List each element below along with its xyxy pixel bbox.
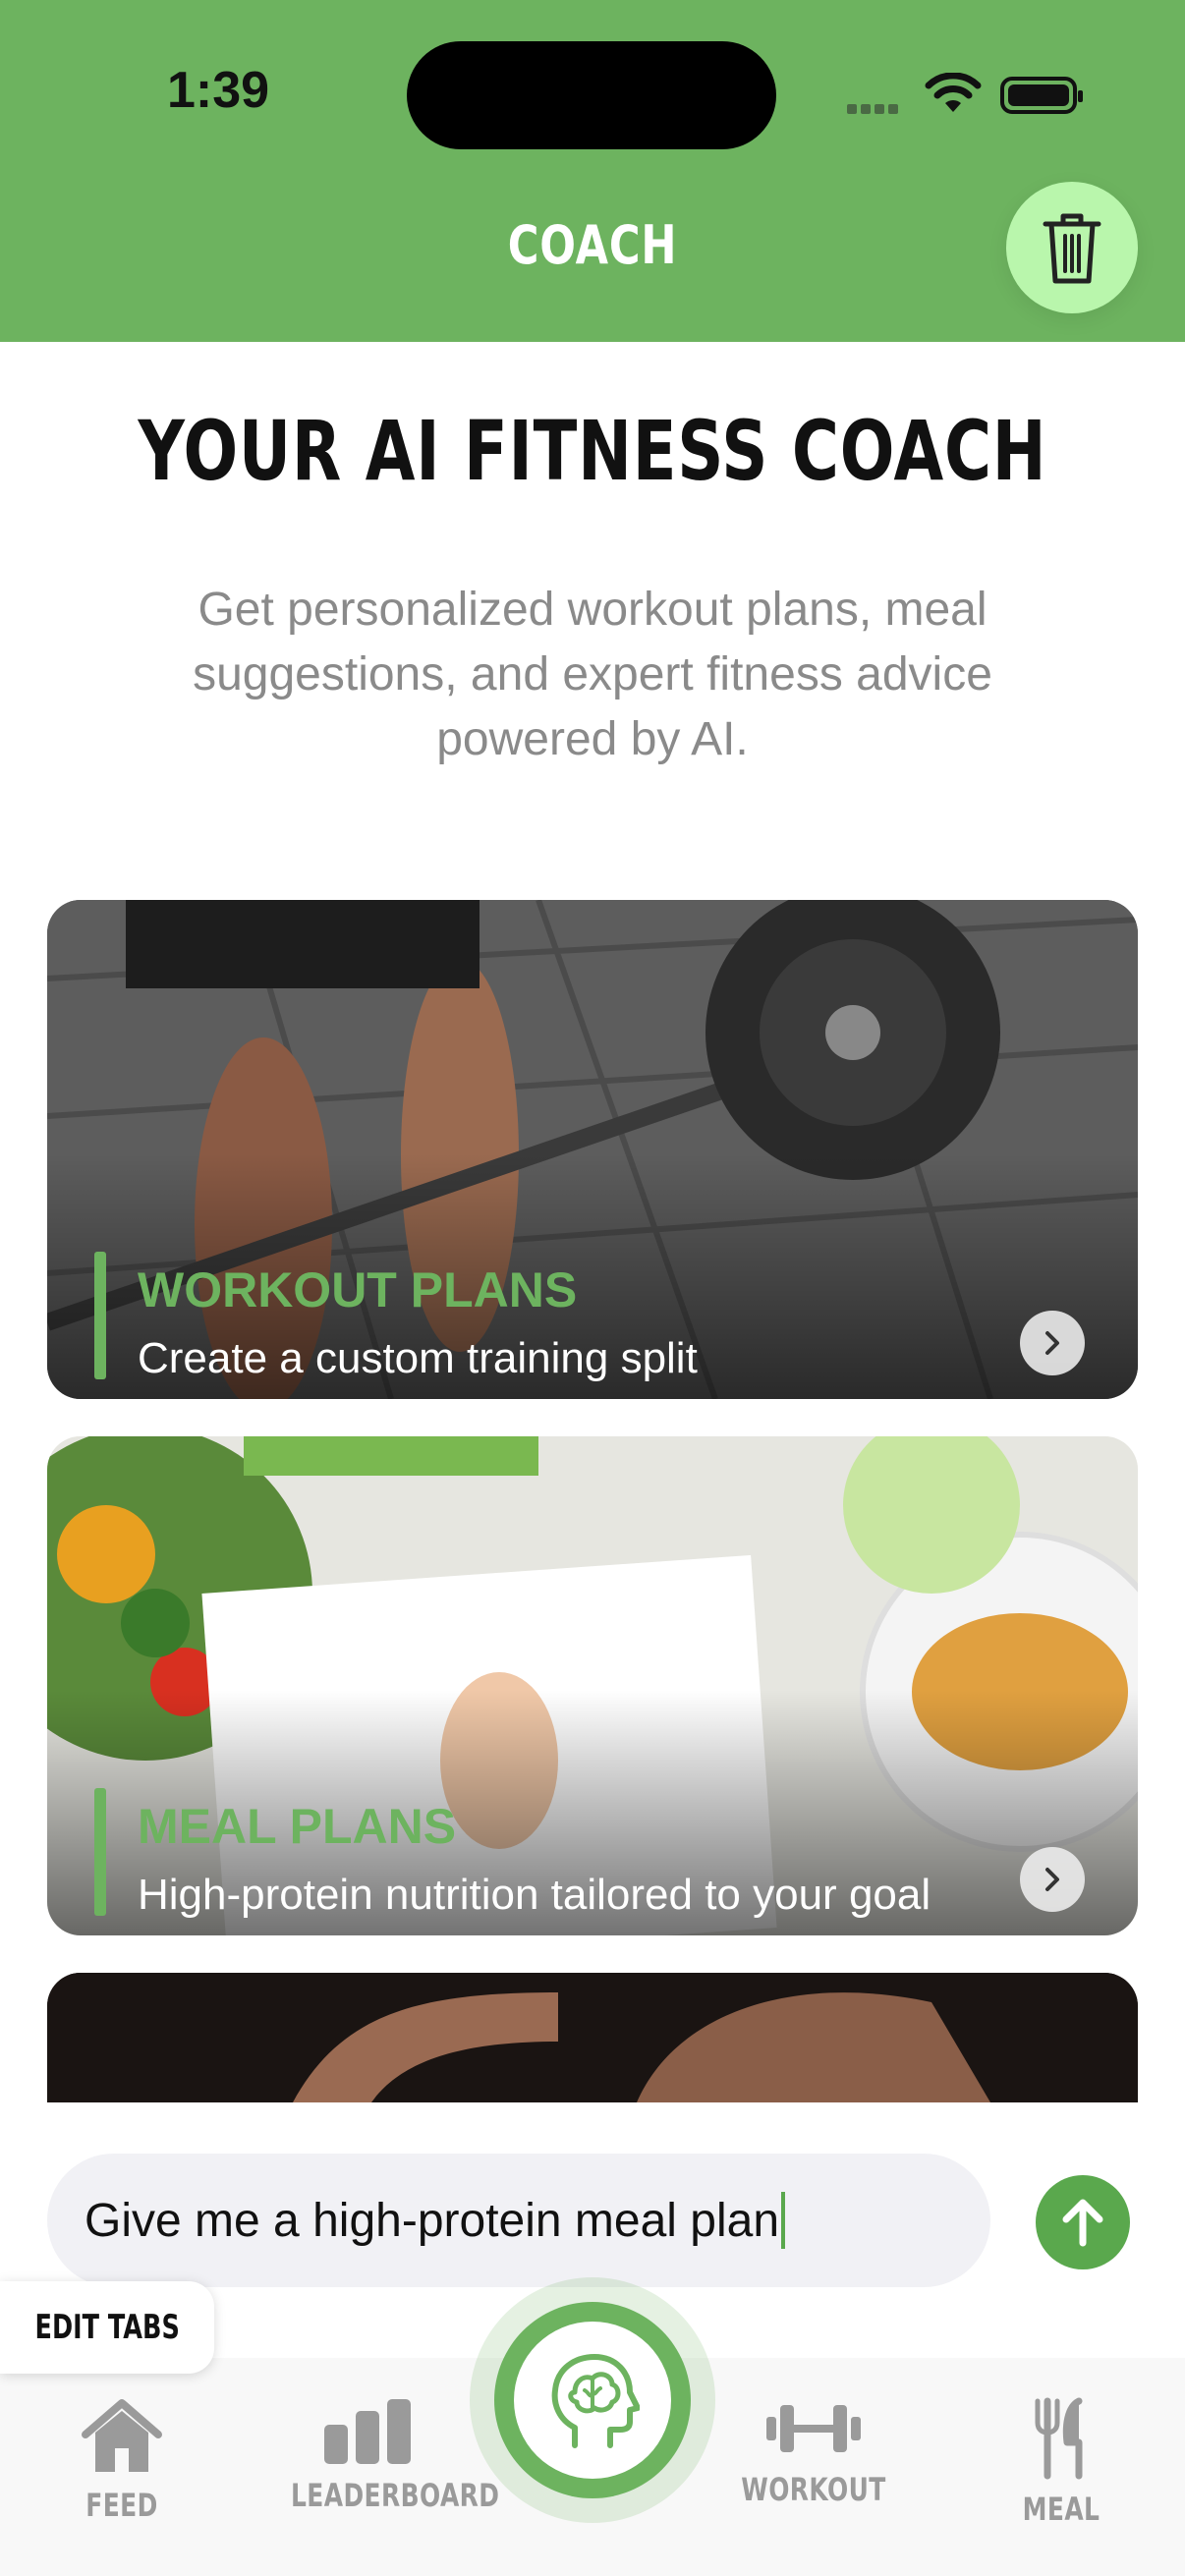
status-time: 1:39 xyxy=(167,62,270,119)
card-title: MEAL PLANS xyxy=(138,1799,457,1854)
page-subtitle: Get personalized workout plans, meal sug… xyxy=(193,584,992,765)
tab-label: WORKOUT xyxy=(741,2471,886,2508)
delete-chat-button[interactable] xyxy=(1006,182,1138,313)
tab-meal[interactable]: MEAL xyxy=(963,2397,1159,2528)
page-title: YOUR AI FITNESS COACH xyxy=(138,403,1047,499)
dumbbell-icon xyxy=(766,2405,861,2452)
chevron-right-icon[interactable] xyxy=(1020,1847,1085,1912)
home-icon xyxy=(82,2399,162,2472)
fitness-photo xyxy=(47,1973,1138,2102)
nav-title: COACH xyxy=(507,214,678,276)
arrow-up-icon xyxy=(1062,2199,1103,2247)
card-accent-bar xyxy=(94,1788,106,1916)
tab-label: MEAL xyxy=(1022,2491,1100,2528)
wifi-icon xyxy=(924,72,983,121)
card-subtitle: Create a custom training split xyxy=(138,1334,698,1382)
chat-input[interactable]: Give me a high-protein meal plan xyxy=(47,2154,990,2287)
send-button[interactable] xyxy=(1036,2175,1130,2269)
meal-plans-card[interactable]: MEAL PLANS High-protein nutrition tailor… xyxy=(47,1436,1138,1935)
tab-label: FEED xyxy=(85,2487,158,2524)
dynamic-island xyxy=(407,41,776,149)
fork-knife-icon xyxy=(1035,2397,1083,2480)
edit-tabs-button[interactable]: EDIT TABS xyxy=(0,2281,214,2374)
bar-chart-icon xyxy=(324,2399,411,2464)
card-subtitle: High-protein nutrition tailored to your … xyxy=(138,1871,931,1919)
third-feature-card[interactable] xyxy=(47,1973,1138,2102)
tab-coach[interactable] xyxy=(494,2302,691,2498)
brain-head-icon xyxy=(551,2354,640,2448)
chat-input-text: Give me a high-protein meal plan xyxy=(85,2194,780,2247)
workout-plans-card[interactable]: WORKOUT PLANS Create a custom training s… xyxy=(47,900,1138,1399)
card-title: WORKOUT PLANS xyxy=(138,1262,578,1317)
trash-icon xyxy=(1043,213,1101,284)
card-accent-bar xyxy=(94,1252,106,1379)
tab-workout[interactable]: WORKOUT xyxy=(715,2397,912,2508)
chevron-right-icon[interactable] xyxy=(1020,1311,1085,1375)
cellular-signal-icon xyxy=(847,101,902,119)
tab-feed[interactable]: FEED xyxy=(24,2397,220,2524)
tab-label: LEADERBOARD xyxy=(291,2477,500,2514)
battery-icon xyxy=(1000,77,1083,114)
tab-leaderboard[interactable]: LEADERBOARD xyxy=(269,2397,500,2514)
text-cursor xyxy=(781,2192,786,2249)
